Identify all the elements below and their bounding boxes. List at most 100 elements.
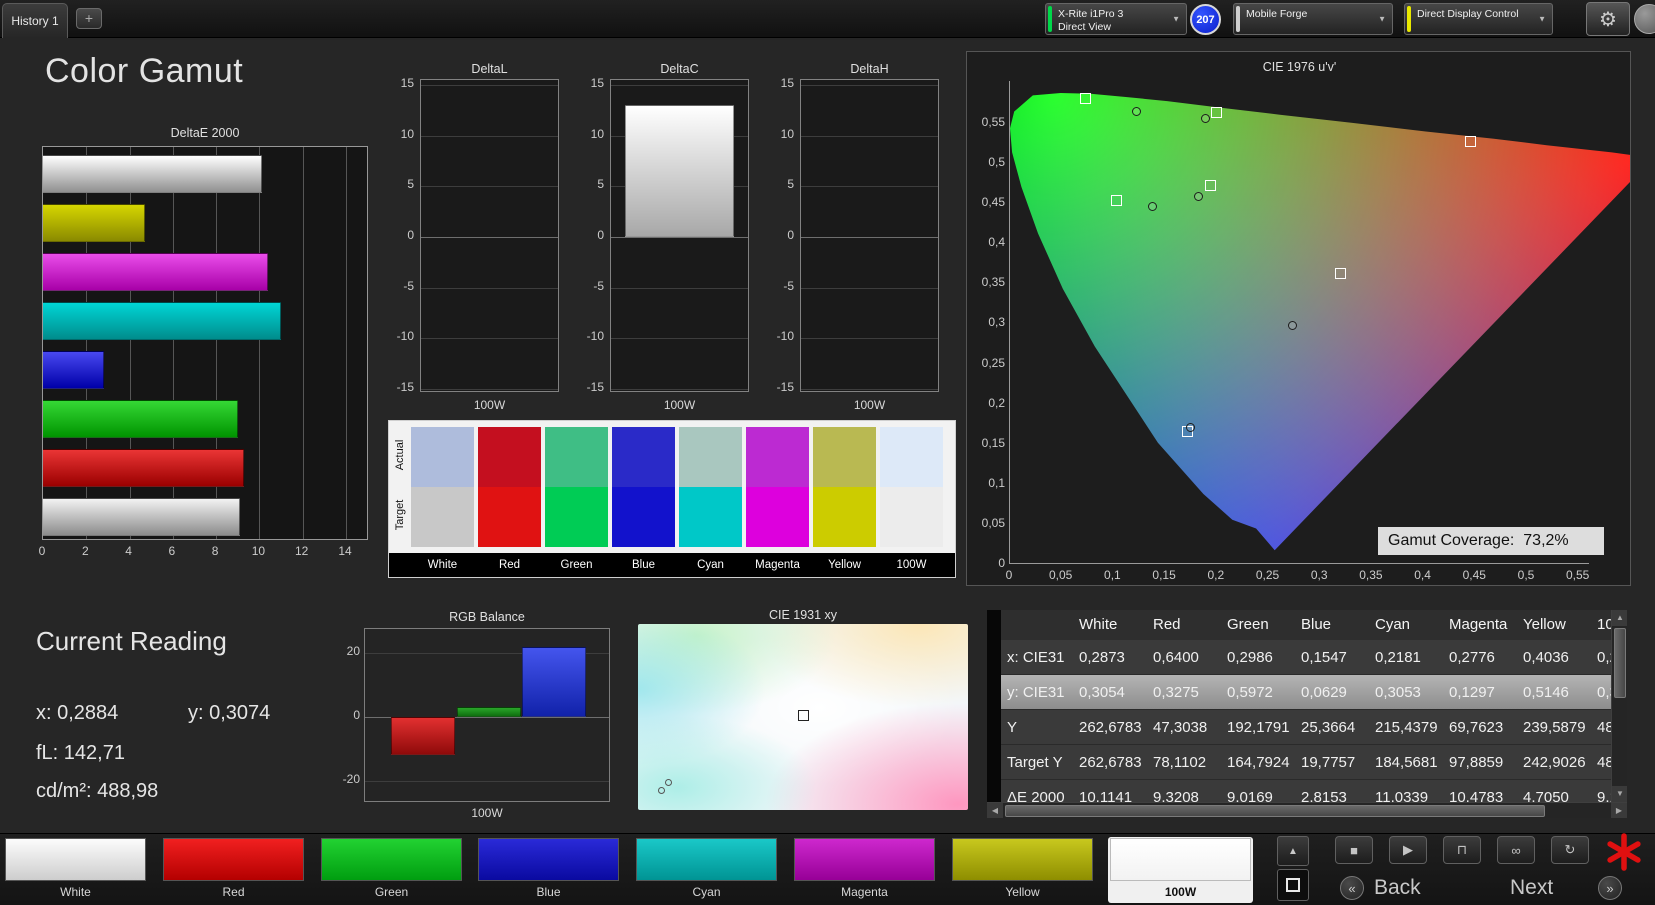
loop-icon: ↻ xyxy=(1564,842,1576,857)
table-cell: 262,6783 xyxy=(1079,719,1142,736)
continuous-icon: ∞ xyxy=(1511,842,1521,858)
swatch-target-blue xyxy=(612,487,675,547)
next-chevron-icon[interactable]: » xyxy=(1598,876,1622,900)
gridline xyxy=(801,186,938,188)
target-marker xyxy=(1334,267,1346,279)
pause-button[interactable]: ⊓ xyxy=(1443,836,1481,864)
swatch-label: 100W xyxy=(896,559,927,571)
swatch-actual-yellow xyxy=(813,427,876,487)
deltae2000-chart: DeltaE 2000 0 2 4 6 8 10 12 14 xyxy=(39,126,368,566)
patch-window-controls: ▲ xyxy=(1277,836,1309,902)
table-row[interactable]: ΔE 2000 10,1141 9,3208 9,0169 2,8153 11,0339 1… xyxy=(1001,780,1611,802)
patch-window-button[interactable] xyxy=(1277,869,1309,901)
delta-chart-deltal: DeltaL 15 10 5 0 -5 -10 -15 100W xyxy=(374,62,564,412)
delta-chart-deltac: DeltaC 15 10 5 0 -5 -10 -15 100W xyxy=(564,62,754,412)
table-row[interactable]: y: CIE31 0,3054 0,3275 0,5972 0,0629 0,3053 0,… xyxy=(1001,675,1611,710)
axis-tick-label: 14 xyxy=(338,544,352,558)
swatch-actual-green xyxy=(545,427,608,487)
deltae-bar-green xyxy=(43,400,238,438)
axis-label: 100W xyxy=(471,806,503,820)
patch-button-red[interactable]: Red xyxy=(161,837,306,903)
axis-tick-label: 0,35 xyxy=(1359,568,1383,582)
patch-button-blue[interactable]: Blue xyxy=(476,837,621,903)
title-bar: History 1 + X-Rite i1Pro 3 Direct View ▼… xyxy=(0,0,1655,38)
scroll-left-button[interactable]: ◀ xyxy=(987,803,1003,818)
scroll-down-button[interactable]: ▼ xyxy=(1612,786,1627,802)
vertical-scrollbar[interactable]: ▲ ▼ xyxy=(1611,610,1627,802)
target-marker xyxy=(1465,136,1477,147)
cie1976-panel: CIE 1976 u'v' Gamut Coverage: 73,2% 0 0,0… xyxy=(966,51,1631,586)
rgb-bar-red xyxy=(391,717,455,756)
up-triangle-icon: ▲ xyxy=(1288,845,1298,857)
swatch-actual-100w xyxy=(880,427,943,487)
settings-button[interactable]: ⚙ xyxy=(1586,2,1630,36)
meter-dropdown[interactable]: X-Rite i1Pro 3 Direct View ▼ xyxy=(1045,3,1187,35)
gamut-coverage-readout: Gamut Coverage: 73,2% xyxy=(1378,527,1604,555)
next-button[interactable]: Next xyxy=(1510,876,1553,900)
swatch-actual-white xyxy=(411,427,474,487)
patch-button-100w[interactable]: 100W xyxy=(1108,837,1253,903)
patch-size-up-button[interactable]: ▲ xyxy=(1277,836,1309,866)
table-cell: 0,6400 xyxy=(1153,649,1199,666)
axis-tick-label: 0 xyxy=(998,556,1005,570)
meter-busy-indicator[interactable] xyxy=(1604,832,1644,872)
scroll-right-button[interactable]: ▶ xyxy=(1611,803,1627,818)
source-name: Mobile Forge xyxy=(1246,8,1308,20)
table-row[interactable]: x: CIE31 0,2873 0,6400 0,2986 0,1547 0,2181 0,… xyxy=(1001,640,1611,675)
back-button[interactable]: Back xyxy=(1374,876,1421,900)
gridline xyxy=(421,135,558,137)
table-cell: 10,4783 xyxy=(1449,789,1504,802)
table-row[interactable]: Target Y 262,6783 78,1102 164,7924 19,7757 18… xyxy=(1001,745,1611,780)
axis-tick-label: 10 xyxy=(251,544,266,558)
table-cell: 239,5879 xyxy=(1523,719,1586,736)
axis-tick-label: 0 xyxy=(787,228,794,242)
gridline xyxy=(611,85,748,86)
patch-button-cyan[interactable]: Cyan xyxy=(634,837,779,903)
axis-tick-label: 0,15 xyxy=(981,435,1005,450)
scroll-up-button[interactable]: ▲ xyxy=(1612,610,1627,626)
source-dropdown[interactable]: Mobile Forge ▼ xyxy=(1233,3,1393,35)
axis-tick-label: 0,3 xyxy=(1310,568,1328,582)
display-control-dropdown[interactable]: Direct Display Control ▼ xyxy=(1404,3,1553,35)
vertical-scroll-thumb[interactable] xyxy=(1614,628,1626,698)
target-row-label: Target xyxy=(394,499,406,531)
add-tab-button[interactable]: + xyxy=(76,8,102,29)
measurement-marker xyxy=(1288,320,1298,330)
patch-button-magenta[interactable]: Magenta xyxy=(792,837,937,903)
table-cell: 184,5681 xyxy=(1375,754,1438,771)
axis-tick-label: 0,25 xyxy=(981,355,1005,370)
continuous-button[interactable]: ∞ xyxy=(1497,836,1535,864)
row-label: ΔE 2000 xyxy=(1007,789,1065,802)
horizontal-scroll-thumb[interactable] xyxy=(1005,805,1545,817)
history-tab[interactable]: History 1 xyxy=(2,3,68,38)
patch-button-green[interactable]: Green xyxy=(319,837,464,903)
profile-button[interactable] xyxy=(1634,4,1655,34)
table-cell: 69,7623 xyxy=(1449,719,1504,736)
back-chevron-icon[interactable]: « xyxy=(1340,876,1364,900)
patch-button-white[interactable]: White xyxy=(3,837,148,903)
patch-color xyxy=(163,838,304,881)
gridline xyxy=(421,85,558,86)
delta-bar xyxy=(625,105,734,237)
table-row[interactable]: Y 262,6783 47,3038 192,1791 25,3664 215,4379 6… xyxy=(1001,710,1611,745)
axis-tick-label: 0,45 xyxy=(1462,568,1486,582)
horizontal-scrollbar[interactable]: ◀ ▶ xyxy=(987,802,1627,818)
loop-button[interactable]: ↻ xyxy=(1551,836,1589,864)
stop-button[interactable]: ■ xyxy=(1335,836,1373,864)
display-control-name: Direct Display Control xyxy=(1417,8,1519,20)
patch-button-yellow[interactable]: Yellow xyxy=(950,837,1095,903)
results-table: White Red Green Blue Cyan Magenta Yellow 100W x… xyxy=(987,610,1627,818)
table-cell: 215,4379 xyxy=(1375,719,1438,736)
gridline xyxy=(801,287,938,289)
play-button[interactable]: ▶ xyxy=(1389,836,1427,864)
play-icon: ▶ xyxy=(1403,842,1413,857)
patch-label: Cyan xyxy=(692,885,721,899)
table-gutter xyxy=(987,610,1001,802)
reading-y: y: 0,3074 xyxy=(188,702,271,724)
swatch-target-red xyxy=(478,487,541,547)
red-asterisk-icon xyxy=(1607,833,1641,871)
row-label: Y xyxy=(1007,719,1018,736)
table-cell: 0,2776 xyxy=(1449,649,1495,666)
axis-tick-label: 0,15 xyxy=(1152,568,1176,582)
patch-label: Yellow xyxy=(1005,885,1040,899)
